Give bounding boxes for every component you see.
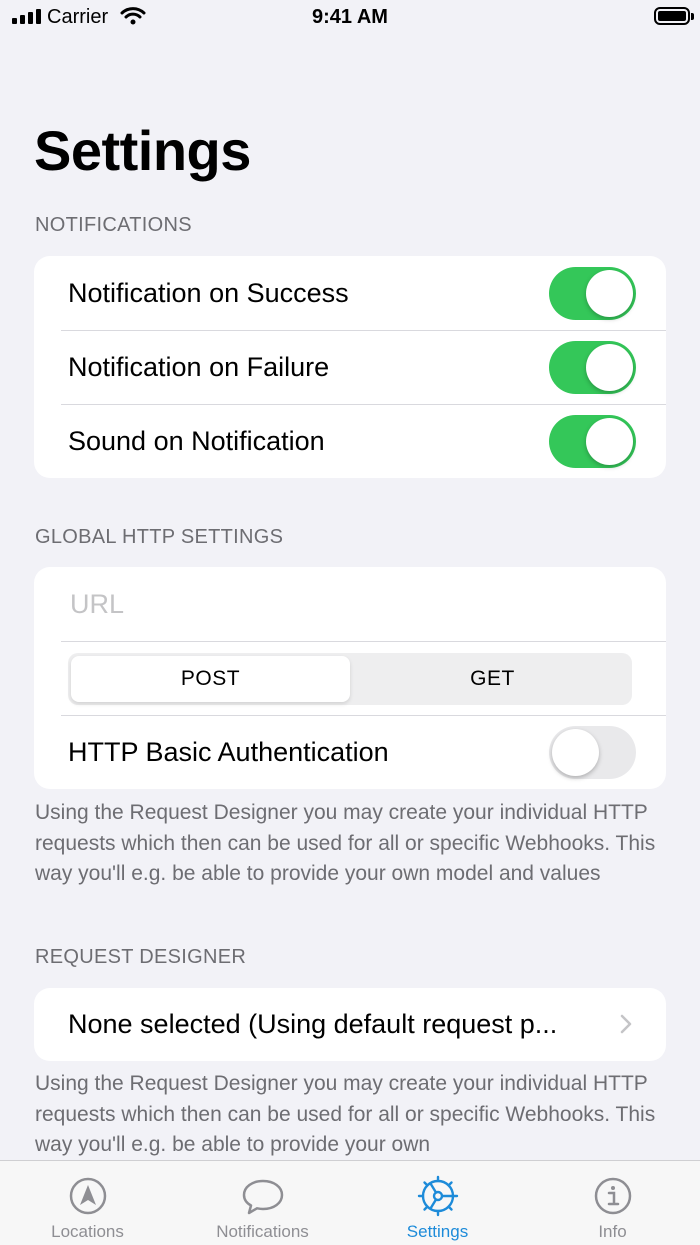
request-designer-footer: Using the Request Designer you may creat… (35, 1072, 656, 1156)
info-circle-icon (593, 1176, 633, 1216)
tab-info-label: Info (598, 1222, 627, 1241)
status-bar: Carrier 9:41 AM (0, 0, 700, 36)
request-designer-card: None selected (Using default request p..… (34, 988, 666, 1061)
tab-settings-label: Settings (406, 1222, 469, 1241)
basic-auth-row: HTTP Basic Authentication (34, 715, 666, 789)
segment-get[interactable]: GET (353, 653, 632, 705)
http-method-segmented-control: POST GET (68, 653, 632, 705)
toggle-knob (586, 418, 633, 465)
page-title: Settings (34, 119, 251, 182)
notifications-card: Notification on Success Notification on … (34, 256, 666, 478)
sound-notification-label: Sound on Notification (68, 425, 325, 456)
speech-bubble-icon (241, 1176, 285, 1216)
tab-settings[interactable]: Settings (350, 1161, 525, 1245)
battery-cap (691, 13, 694, 20)
url-input[interactable] (68, 587, 632, 621)
sound-notification-row: Sound on Notification (34, 404, 666, 478)
notifications-section-header: NOTIFICATIONS (35, 214, 192, 236)
toggle-knob (586, 270, 633, 317)
chevron-right-icon (620, 1014, 632, 1034)
settings-gear-icon (417, 1175, 459, 1217)
method-row: POST GET (34, 641, 666, 715)
tab-info[interactable]: Info (525, 1161, 700, 1245)
location-arrow-icon (68, 1176, 108, 1216)
notification-success-row: Notification on Success (34, 256, 666, 330)
sound-notification-toggle[interactable] (549, 415, 636, 468)
toggle-knob (586, 344, 633, 391)
notification-failure-toggle[interactable] (549, 341, 636, 394)
request-designer-section-header: REQUEST DESIGNER (35, 946, 247, 968)
http-section-header: GLOBAL HTTP SETTINGS (35, 526, 284, 548)
toggle-knob (552, 729, 599, 776)
tab-locations[interactable]: Locations (0, 1161, 175, 1245)
notification-failure-row: Notification on Failure (34, 330, 666, 404)
request-designer-selection: None selected (Using default request p..… (68, 1009, 558, 1039)
tab-notifications[interactable]: Notifications (175, 1161, 350, 1245)
basic-auth-label: HTTP Basic Authentication (68, 736, 389, 767)
notification-success-label: Notification on Success (68, 277, 349, 308)
status-time: 9:41 AM (312, 6, 388, 28)
basic-auth-toggle[interactable] (549, 726, 636, 779)
url-row (34, 567, 666, 641)
notification-failure-label: Notification on Failure (68, 351, 330, 382)
notification-success-toggle[interactable] (549, 267, 636, 320)
tab-locations-label: Locations (51, 1222, 124, 1241)
http-section-footer: Using the Request Designer you may creat… (35, 801, 656, 885)
battery-icon (654, 7, 690, 25)
request-designer-row[interactable]: None selected (Using default request p..… (34, 988, 666, 1061)
tab-notifications-label: Notifications (216, 1222, 309, 1241)
http-settings-card: POST GET HTTP Basic Authentication (34, 567, 666, 789)
tab-bar: Locations Notifications Settings Info (0, 1160, 700, 1245)
segment-post[interactable]: POST (71, 656, 350, 702)
